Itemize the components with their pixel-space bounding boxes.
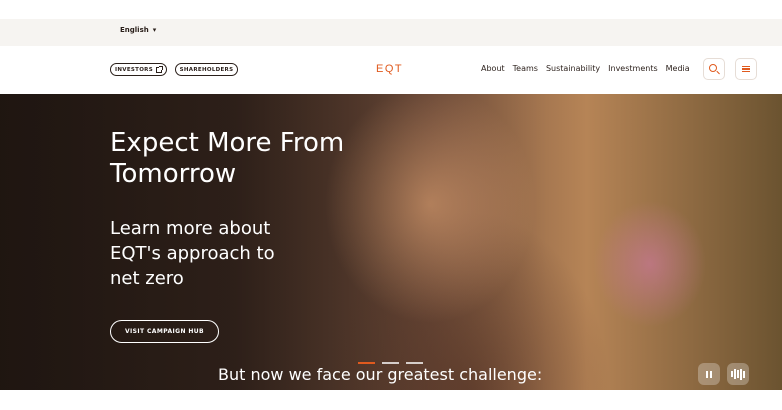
visit-campaign-hub-button[interactable]: VISIT CAMPAIGN HUB	[110, 320, 219, 343]
search-button[interactable]	[703, 58, 725, 80]
menu-button[interactable]	[735, 58, 757, 80]
pause-button[interactable]	[698, 363, 720, 385]
audio-button[interactable]	[727, 363, 749, 385]
pause-icon	[706, 370, 712, 378]
hero-subhead: Learn more about EQT's approach to net z…	[110, 218, 275, 289]
slide-indicators	[358, 362, 423, 364]
language-label: English	[120, 26, 149, 34]
search-icon	[709, 64, 717, 72]
shareholders-label: SHAREHOLDERS	[179, 66, 234, 73]
nav-item-sustainability[interactable]: Sustainability	[546, 64, 600, 73]
nav-item-investments[interactable]: Investments	[608, 64, 657, 73]
menu-icon	[742, 65, 750, 73]
hero-headline: Expect More From Tomorrow	[110, 128, 345, 189]
nav-item-about[interactable]: About	[481, 64, 505, 73]
audio-bars-icon	[731, 368, 745, 380]
hero-caption: But now we face our greatest challenge:	[218, 365, 543, 384]
eqt-logo[interactable]: EQT	[376, 63, 403, 75]
shareholders-button[interactable]: SHAREHOLDERS	[175, 63, 238, 76]
hero-banner: Expect More From Tomorrow Learn more abo…	[0, 94, 782, 390]
slide-indicator-2[interactable]	[382, 362, 399, 364]
language-selector[interactable]: English ▾	[120, 26, 156, 34]
investors-label: INVESTORS	[115, 66, 153, 73]
chevron-down-icon: ▾	[152, 26, 157, 34]
top-utility-bar: English ▾	[0, 19, 782, 46]
main-header: INVESTORS SHAREHOLDERS EQT About Teams S…	[0, 46, 782, 94]
investors-button[interactable]: INVESTORS	[110, 63, 167, 76]
slide-indicator-3[interactable]	[406, 362, 423, 364]
primary-nav: About Teams Sustainability Investments M…	[481, 64, 690, 73]
external-link-icon	[155, 65, 163, 73]
nav-item-teams[interactable]: Teams	[513, 64, 538, 73]
slide-indicator-1[interactable]	[358, 362, 375, 364]
nav-item-media[interactable]: Media	[666, 64, 690, 73]
